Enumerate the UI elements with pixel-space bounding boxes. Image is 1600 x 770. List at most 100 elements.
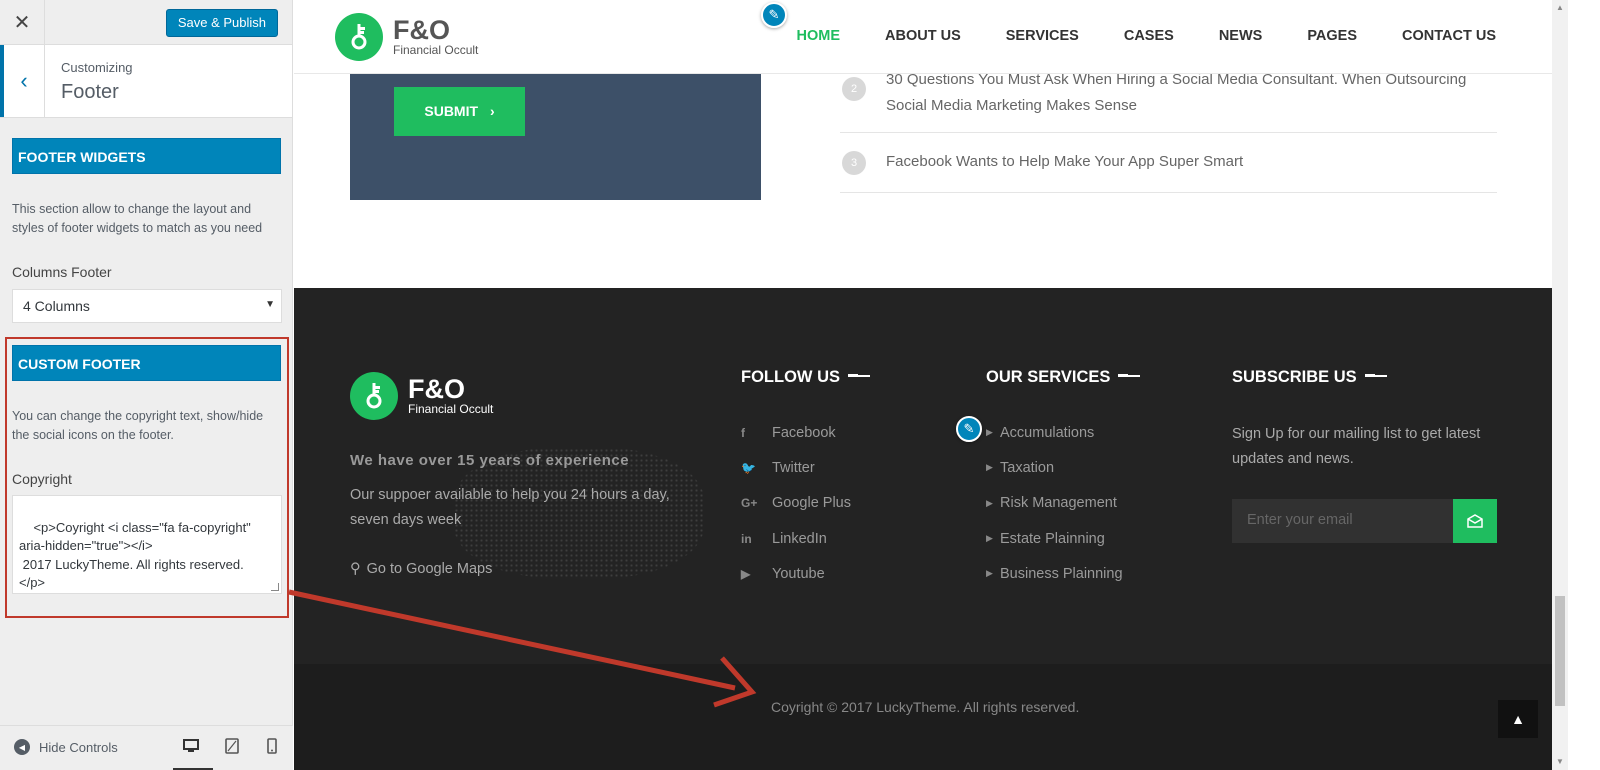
caret-right-icon: ▶ xyxy=(986,427,993,438)
twitter-icon: 🐦 xyxy=(741,460,756,475)
nav-contact[interactable]: CONTACT US xyxy=(1402,28,1496,44)
google-maps-link[interactable]: ⚲ Go to Google Maps xyxy=(350,561,492,577)
desktop-preview-icon[interactable] xyxy=(183,738,199,754)
caret-right-icon: ▶ xyxy=(986,533,993,544)
social-list: f Facebook 🐦 Twitter G+ Google Plus in Linke… xyxy=(741,415,851,591)
news-item[interactable]: 3 Facebook Wants to Help Make Your App S… xyxy=(840,133,1497,193)
service-label: Risk Management xyxy=(1000,495,1117,512)
copyright-text: Coyright © 2017 LuckyTheme. All rights r… xyxy=(771,699,1080,715)
title-dash xyxy=(1364,368,1387,377)
logo-tagline: Financial Occult xyxy=(393,43,479,57)
social-label: Google Plus xyxy=(772,495,851,512)
nav-cases[interactable]: CASES xyxy=(1124,28,1174,44)
service-item[interactable]: ▶ Taxation xyxy=(986,450,1123,485)
social-label: Twitter xyxy=(772,459,815,476)
footer-logo-tagline: Financial Occult xyxy=(408,402,494,416)
customizer-footer: ◀ Hide Controls xyxy=(0,725,293,770)
logo-name: F&O xyxy=(393,15,450,45)
social-twitter[interactable]: 🐦 Twitter xyxy=(741,450,851,485)
edit-shortcut-icon[interactable]: ✎ xyxy=(761,2,787,28)
panel-header: ‹ Customizing Footer xyxy=(0,45,292,118)
mobile-preview-icon[interactable] xyxy=(264,738,280,754)
social-youtube[interactable]: ▶ Youtube xyxy=(741,556,851,591)
title-dash xyxy=(1118,368,1141,377)
service-item[interactable]: ▶ Business Plainning xyxy=(986,556,1123,591)
chevron-up-icon: ▲ xyxy=(1511,711,1525,727)
resize-grip-icon[interactable] xyxy=(271,583,279,591)
news-title: 30 Questions You Must Ask When Hiring a … xyxy=(886,71,1467,114)
google-plus-icon: G+ xyxy=(741,496,758,511)
customizer-sidebar: ✕ Save & Publish ‹ Customizing Footer FO… xyxy=(0,0,293,770)
service-label: Taxation xyxy=(1000,459,1055,476)
hide-controls-button[interactable]: ◀ Hide Controls xyxy=(14,739,118,755)
about-heading: We have over 15 years of experience xyxy=(350,452,630,469)
nav-pages[interactable]: PAGES xyxy=(1307,28,1357,44)
custom-footer-section-title[interactable]: CUSTOM FOOTER xyxy=(12,345,281,381)
scroll-down-icon[interactable]: ▼ xyxy=(1552,754,1568,770)
service-item[interactable]: ▶ Accumulations xyxy=(986,415,1123,450)
social-label: Youtube xyxy=(772,565,825,582)
social-label: LinkedIn xyxy=(772,530,827,547)
news-number: 3 xyxy=(842,151,866,175)
columns-footer-select[interactable]: 4 Columns ▼ xyxy=(12,289,282,323)
service-label: Accumulations xyxy=(1000,424,1095,441)
save-publish-button[interactable]: Save & Publish xyxy=(165,9,278,37)
site-header: F&O Financial Occult HOME ABOUT US SERVI… xyxy=(294,0,1552,74)
columns-footer-label: Columns Footer xyxy=(12,264,112,280)
email-input[interactable]: Enter your email xyxy=(1232,499,1454,543)
nav-about[interactable]: ABOUT US xyxy=(885,28,961,44)
about-text: Our suppoer available to help you 24 hou… xyxy=(350,487,670,528)
footer-widgets-section-title[interactable]: FOOTER WIDGETS xyxy=(12,138,281,174)
nav-home[interactable]: HOME xyxy=(797,28,841,44)
copyright-textarea[interactable]: <p>Coyright <i class="fa fa-copyright" a… xyxy=(12,495,282,594)
panel-title: Footer xyxy=(61,81,119,103)
our-services-label: OUR SERVICES xyxy=(986,368,1111,386)
chevron-right-icon: › xyxy=(489,103,495,119)
linkedin-icon: in xyxy=(741,531,752,546)
footer-bottom-bar: Coyright © 2017 LuckyTheme. All rights r… xyxy=(294,664,1552,770)
customizing-label: Customizing xyxy=(61,60,133,75)
customizer-header: ✕ Save & Publish xyxy=(0,0,292,45)
site-preview: SUBMIT › 2 30 Questions You Must Ask Whe… xyxy=(294,0,1552,770)
back-to-top-button[interactable]: ▲ xyxy=(1498,700,1538,738)
subscribe-button[interactable] xyxy=(1453,499,1497,543)
close-icon[interactable]: ✕ xyxy=(0,0,45,45)
site-footer: F&O Financial Occult We have over 15 yea… xyxy=(294,288,1552,770)
scroll-up-icon[interactable]: ▲ xyxy=(1552,0,1568,16)
scrollbar-thumb[interactable] xyxy=(1555,596,1565,706)
caret-right-icon: ▶ xyxy=(986,497,993,508)
social-facebook[interactable]: f Facebook xyxy=(741,415,851,450)
subscribe-label: SUBSCRIBE US xyxy=(1232,368,1357,386)
nav-news[interactable]: NEWS xyxy=(1219,28,1263,44)
nav-services[interactable]: SERVICES xyxy=(1006,28,1079,44)
follow-us-label: FOLLOW US xyxy=(741,368,840,386)
our-services-title: OUR SERVICES xyxy=(986,368,1141,387)
tablet-preview-icon[interactable] xyxy=(224,738,240,754)
service-item[interactable]: ▶ Risk Management xyxy=(986,486,1123,521)
submit-button[interactable]: SUBMIT › xyxy=(394,87,525,136)
social-linkedin[interactable]: in LinkedIn xyxy=(741,521,851,556)
youtube-icon: ▶ xyxy=(741,566,751,581)
edit-shortcut-icon[interactable]: ✎ xyxy=(956,416,982,442)
social-google-plus[interactable]: G+ Google Plus xyxy=(741,486,851,521)
hide-controls-label: Hide Controls xyxy=(39,739,118,755)
caret-right-icon: ▶ xyxy=(986,568,993,579)
site-logo[interactable]: F&O Financial Occult xyxy=(335,13,478,61)
caret-right-icon: ▶ xyxy=(986,462,993,473)
service-item[interactable]: ▶ Estate Plainning xyxy=(986,521,1123,556)
service-label: Estate Plainning xyxy=(1000,530,1105,547)
services-list: ▶ Accumulations ▶ Taxation ▶ Risk Managemen… xyxy=(986,415,1123,591)
social-label: Facebook xyxy=(772,424,836,441)
main-nav: HOME ABOUT US SERVICES CASES NEWS PAGES … xyxy=(797,28,1496,44)
envelope-icon xyxy=(1467,514,1483,528)
back-icon[interactable]: ‹ xyxy=(0,45,45,117)
subscribe-title: SUBSCRIBE US xyxy=(1232,368,1387,387)
copyright-textarea-value: <p>Coyright <i class="fa fa-copyright" a… xyxy=(19,519,251,591)
footer-logo-name: F&O xyxy=(408,374,465,404)
footer-logo[interactable]: F&O Financial Occult xyxy=(350,372,493,420)
service-label: Business Plainning xyxy=(1000,565,1123,582)
dropdown-caret-icon: ▼ xyxy=(265,299,275,310)
facebook-icon: f xyxy=(741,425,745,440)
submit-label: SUBMIT xyxy=(424,103,479,119)
footer-widgets-description: This section allow to change the layout … xyxy=(12,202,263,235)
